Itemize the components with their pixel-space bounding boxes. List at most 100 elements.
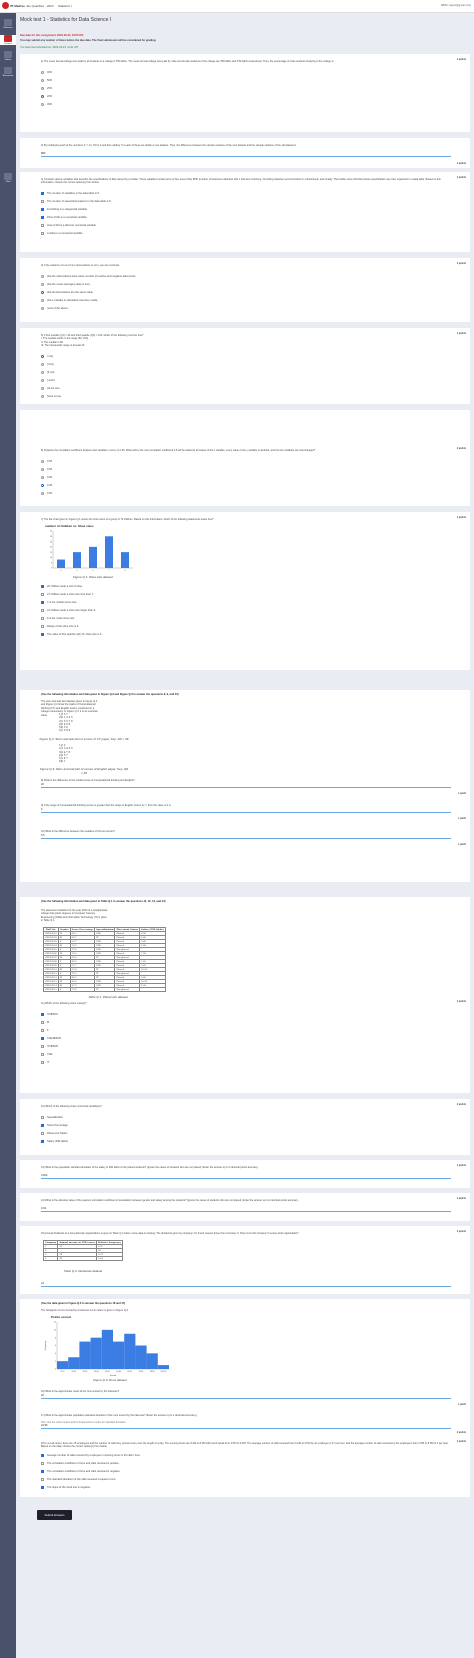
- radio[interactable]: [41, 86, 44, 90]
- option[interactable]: The number of cases/observations in the …: [41, 200, 470, 204]
- checkbox[interactable]: [41, 1020, 44, 1024]
- checkbox[interactable]: [41, 616, 44, 620]
- option[interactable]: that the observations have same number o…: [41, 274, 470, 278]
- answer-input[interactable]: 0.604: [41, 1174, 451, 1179]
- radio[interactable]: [41, 306, 44, 310]
- option[interactable]: 0.65: [41, 467, 470, 471]
- checkbox[interactable]: [41, 1470, 44, 1474]
- option[interactable]: 20 children wear a size 6 shoe.: [41, 584, 470, 588]
- radio[interactable]: [41, 395, 44, 399]
- option[interactable]: 30%: [41, 102, 470, 106]
- sidebar-item-videos[interactable]: Videos: [0, 51, 16, 61]
- option[interactable]: The number of variables in the data tabl…: [41, 192, 470, 196]
- option[interactable]: 40%: [41, 70, 470, 74]
- option[interactable]: IT: [41, 1060, 470, 1064]
- radio[interactable]: [41, 483, 44, 487]
- option[interactable]: Average number of calls received by empl…: [41, 1454, 470, 1458]
- option[interactable]: Specialization: [41, 1115, 470, 1119]
- radio[interactable]: [41, 282, 44, 286]
- option[interactable]: Range of the shoe size is 6.: [41, 624, 470, 628]
- radio[interactable]: [41, 475, 44, 479]
- checkbox[interactable]: [41, 608, 44, 612]
- sidebar-item-quizzes[interactable]: Quizzes: [0, 35, 16, 45]
- checkbox[interactable]: [41, 208, 44, 212]
- option[interactable]: Price of flat is a numerical variable.: [41, 216, 470, 220]
- option[interactable]: The slope of the trend line is negative.: [41, 1486, 470, 1490]
- option[interactable]: None is true: [41, 395, 470, 399]
- radio[interactable]: [41, 274, 44, 278]
- option[interactable]: IT180001: [41, 1012, 470, 1016]
- checkbox[interactable]: [41, 584, 44, 588]
- checkbox[interactable]: [41, 1012, 44, 1016]
- checkbox[interactable]: [41, 216, 44, 220]
- checkbox[interactable]: [41, 1486, 44, 1490]
- radio[interactable]: [41, 467, 44, 471]
- checkbox[interactable]: [41, 624, 44, 628]
- radio[interactable]: [41, 387, 44, 391]
- option[interactable]: Salary (INR lakhs): [41, 1139, 470, 1143]
- option[interactable]: I and II: [41, 379, 470, 383]
- checkbox[interactable]: [41, 600, 44, 604]
- option[interactable]: The correlation coefficient of time and …: [41, 1462, 470, 1466]
- option[interactable]: 0.90: [41, 475, 470, 479]
- option[interactable]: The correlation coefficient of time and …: [41, 1470, 470, 1474]
- submit-answers-button[interactable]: Submit Answers: [37, 1510, 72, 1520]
- answer-input[interactable]: 0.04: [41, 1207, 451, 1212]
- checkbox[interactable]: [41, 200, 44, 204]
- checkbox[interactable]: [41, 1462, 44, 1466]
- option[interactable]: Locality is a numerical variable.: [41, 232, 470, 236]
- checkbox[interactable]: [41, 632, 44, 636]
- option[interactable]: Score Percentage: [41, 1123, 470, 1127]
- radio[interactable]: [41, 102, 44, 106]
- checkbox[interactable]: [41, 1028, 44, 1032]
- option[interactable]: 0.55: [41, 459, 470, 463]
- option[interactable]: 0.50: [41, 491, 470, 495]
- option[interactable]: CSE180020: [41, 1036, 470, 1040]
- option[interactable]: 50%: [41, 78, 470, 82]
- answer-input[interactable]: 20: [41, 783, 451, 788]
- checkbox[interactable]: [41, 1052, 44, 1056]
- radio[interactable]: [41, 363, 44, 367]
- checkbox[interactable]: [41, 232, 44, 236]
- option[interactable]: Furnishing is a categorical variable.: [41, 208, 470, 212]
- option[interactable]: 20%: [41, 94, 470, 98]
- checkbox[interactable]: [41, 1131, 44, 1135]
- option[interactable]: 25%: [41, 86, 470, 90]
- radio[interactable]: [41, 371, 44, 375]
- option[interactable]: 7 is the median shoe size.: [41, 600, 470, 604]
- checkbox[interactable]: [41, 592, 44, 596]
- option[interactable]: that all observations are the same value…: [41, 290, 470, 294]
- answer-input[interactable]: 880: [41, 152, 451, 157]
- radio[interactable]: [41, 459, 44, 463]
- option[interactable]: that a mistake in calculation has been m…: [41, 298, 470, 302]
- radio[interactable]: [41, 290, 44, 294]
- checkbox[interactable]: [41, 1139, 44, 1143]
- option[interactable]: IT180020: [41, 1044, 470, 1048]
- option[interactable]: I only: [41, 355, 470, 359]
- option[interactable]: M: [41, 1020, 470, 1024]
- option[interactable]: Area of flat is a discrete numerical var…: [41, 224, 470, 228]
- option[interactable]: Placement Status: [41, 1131, 470, 1135]
- option[interactable]: 6 is the mode shoe size.: [41, 616, 470, 620]
- radio[interactable]: [41, 491, 44, 495]
- checkbox[interactable]: [41, 1115, 44, 1119]
- answer-input[interactable]: 6.5: [41, 834, 451, 839]
- breadcrumb-subject[interactable]: Statistics I: [58, 4, 72, 8]
- checkbox[interactable]: [41, 192, 44, 196]
- user-email[interactable]: MBAC (sayan@gmail.com): [441, 4, 471, 7]
- answer-input[interactable]: 24.96: [41, 1424, 451, 1429]
- option[interactable]: II only: [41, 363, 470, 367]
- answer-input[interactable]: 6: [41, 808, 451, 813]
- option[interactable]: that the mean (average) value is zero.: [41, 282, 470, 286]
- option[interactable]: 0.45: [41, 483, 470, 487]
- radio[interactable]: [41, 78, 44, 82]
- option[interactable]: F: [41, 1028, 470, 1032]
- option[interactable]: none of the above.: [41, 306, 470, 310]
- sidebar-item-chat[interactable]: Chat: [0, 173, 16, 183]
- checkbox[interactable]: [41, 1044, 44, 1048]
- checkbox[interactable]: [41, 1454, 44, 1458]
- checkbox[interactable]: [41, 1036, 44, 1040]
- option[interactable]: 27 children wear a shoe size less than 7…: [41, 592, 470, 596]
- option[interactable]: All are true: [41, 387, 470, 391]
- sidebar-item-resources[interactable]: Resources: [0, 67, 16, 77]
